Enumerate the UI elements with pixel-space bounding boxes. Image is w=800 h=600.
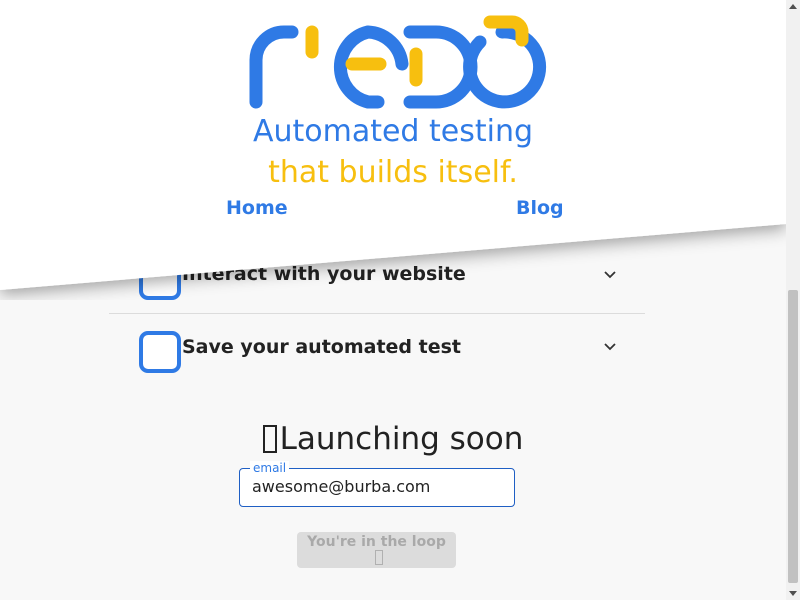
tagline-primary: Automated testing: [252, 114, 534, 149]
subscribe-button[interactable]: You're in the loop: [297, 532, 456, 568]
page: Interact with your website Save your aut…: [0, 0, 800, 600]
redo-logo: [249, 15, 547, 109]
chevron-down-icon[interactable]: [603, 340, 617, 354]
missing-glyph-icon: [262, 425, 277, 453]
nav-blog-link[interactable]: Blog: [516, 197, 564, 219]
email-field-label: email: [250, 461, 290, 475]
scrollbar-thumb[interactable]: [788, 290, 798, 583]
subscribe-button-label: You're in the loop: [307, 533, 446, 550]
missing-glyph-icon: [375, 549, 383, 565]
chevron-down-icon[interactable]: [603, 268, 617, 282]
step-label: Save your automated test: [182, 336, 461, 358]
step-checkbox-icon[interactable]: [139, 331, 181, 373]
scroll-up-icon[interactable]: [789, 4, 797, 9]
step-save[interactable]: Save your automated test: [109, 313, 645, 388]
nav-home-link[interactable]: Home: [226, 197, 288, 219]
email-input[interactable]: [252, 477, 502, 496]
launch-title-text: Launching soon: [279, 421, 524, 457]
vertical-scrollbar[interactable]: [786, 0, 800, 600]
launch-heading: Launching soon: [0, 421, 786, 457]
email-field[interactable]: email: [239, 461, 515, 507]
tagline-secondary: that builds itself.: [268, 155, 518, 190]
scroll-down-icon[interactable]: [789, 591, 797, 596]
